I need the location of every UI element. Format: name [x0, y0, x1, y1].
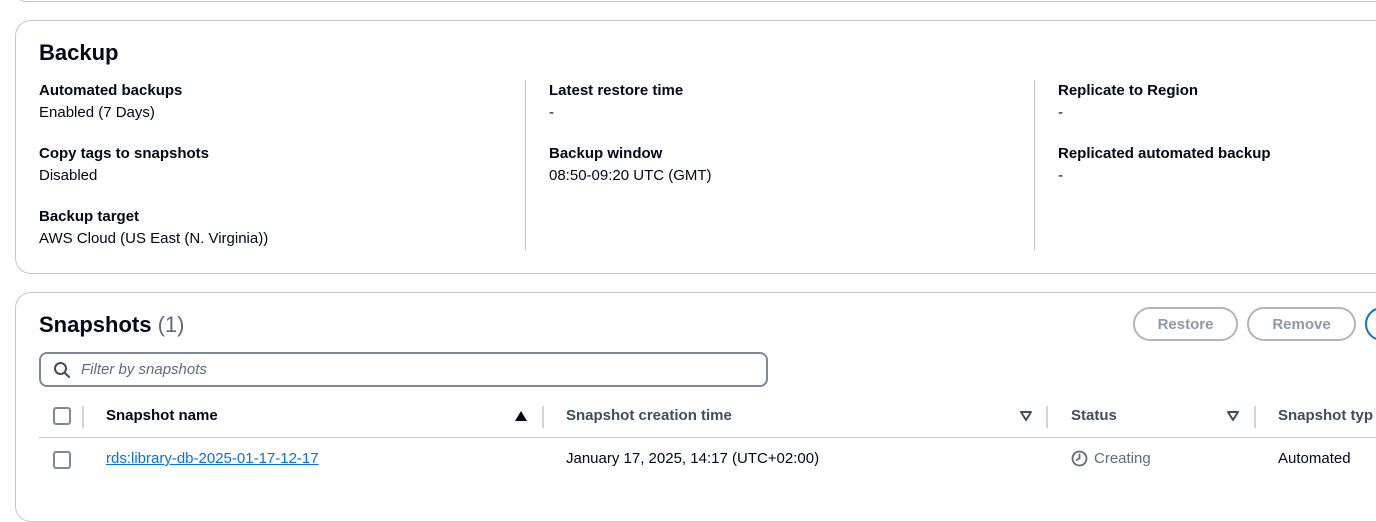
column-divider [82, 406, 84, 428]
column-divider [542, 406, 544, 428]
column-header-snapshot-name[interactable]: Snapshot name [106, 407, 218, 424]
snapshot-status: Creating [1071, 450, 1151, 467]
snapshot-status-text: Creating [1094, 450, 1151, 467]
select-all-checkbox[interactable] [53, 407, 71, 425]
clock-icon [1071, 450, 1088, 467]
column-header-creation-time[interactable]: Snapshot creation time [566, 407, 732, 424]
backup-heading: Backup [39, 40, 119, 65]
restore-button[interactable]: Restore [1133, 307, 1238, 341]
replicate-region-value: - [1058, 104, 1063, 121]
backup-target-value: AWS Cloud (US East (N. Virginia)) [39, 230, 269, 247]
replicated-backup-value: - [1058, 167, 1063, 184]
replicate-region-label: Replicate to Region [1058, 82, 1199, 99]
latest-restore-time-value: - [549, 104, 554, 121]
header-row-separator [39, 437, 1376, 438]
remove-button[interactable]: Remove [1247, 307, 1356, 341]
backup-target-label: Backup target [39, 208, 140, 225]
snapshots-heading: Snapshots (1) [39, 312, 184, 338]
automated-backups-value: Enabled (7 Days) [39, 104, 155, 121]
sort-descending-icon[interactable] [1019, 409, 1033, 423]
backup-window-label: Backup window [549, 145, 663, 162]
snapshots-count: (1) [157, 312, 185, 337]
search-placeholder: Filter by snapshots [81, 361, 207, 378]
copy-tags-label: Copy tags to snapshots [39, 145, 210, 162]
sort-descending-icon[interactable] [1226, 409, 1240, 423]
replicated-backup-label: Replicated automated backup [1058, 145, 1271, 162]
search-icon [53, 361, 71, 379]
column-divider [1254, 406, 1256, 428]
snapshot-creation-time: January 17, 2025, 14:17 (UTC+02:00) [566, 450, 820, 467]
snapshot-type: Automated [1278, 450, 1351, 467]
column-header-status[interactable]: Status [1071, 407, 1117, 424]
snapshots-title: Snapshots [39, 312, 152, 337]
column-header-snapshot-type[interactable]: Snapshot typ [1278, 407, 1373, 424]
column-divider [1034, 80, 1035, 251]
sort-ascending-icon[interactable] [514, 409, 528, 423]
row-checkbox[interactable] [53, 451, 71, 469]
latest-restore-time-label: Latest restore time [549, 82, 684, 99]
column-divider [1046, 406, 1048, 428]
column-divider [525, 80, 526, 251]
backup-window-value: 08:50-09:20 UTC (GMT) [549, 167, 712, 184]
search-input[interactable]: Filter by snapshots [39, 352, 768, 387]
copy-tags-value: Disabled [39, 167, 98, 184]
snapshot-name-link[interactable]: rds:library-db-2025-01-17-12-17 [106, 450, 319, 467]
table-row: rds:library-db-2025-01-17-12-17 [106, 450, 319, 467]
previous-panel [15, 0, 1376, 2]
automated-backups-label: Automated backups [39, 82, 183, 99]
